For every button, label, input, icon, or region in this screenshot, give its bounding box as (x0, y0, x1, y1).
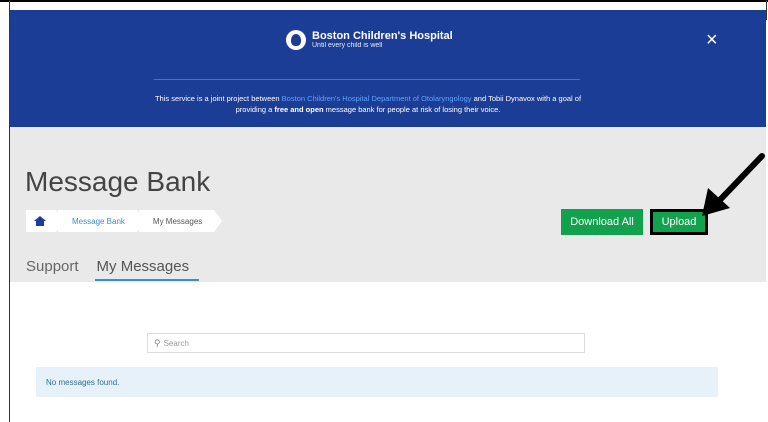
search-icon: ⚲ (154, 337, 161, 348)
tab-support[interactable]: Support (26, 258, 79, 281)
breadcrumb-my-messages: My Messages (138, 210, 223, 232)
breadcrumb-message-bank[interactable]: Message Bank (58, 210, 145, 232)
otolaryngology-link[interactable]: Boston Children's Hospital Department of… (282, 94, 472, 103)
header-banner: Boston Children's Hospital Until every c… (10, 10, 766, 127)
download-all-button[interactable]: Download All (561, 209, 643, 235)
header-divider (154, 79, 580, 80)
home-icon (34, 216, 46, 226)
breadcrumb: Message Bank My Messages (26, 210, 223, 232)
right-border (766, 0, 767, 20)
search-box[interactable]: ⚲ (147, 333, 585, 353)
logo[interactable]: Boston Children's Hospital Until every c… (286, 30, 453, 50)
tab-my-messages[interactable]: My Messages (94, 258, 200, 281)
intro-text: This service is a joint project between … (154, 94, 582, 114)
hospital-logo-icon (286, 30, 306, 50)
search-input[interactable] (163, 338, 564, 348)
tab-bar: Support My Messages (26, 258, 215, 281)
close-icon[interactable]: × (706, 30, 718, 50)
breadcrumb-home[interactable] (26, 210, 64, 232)
page-title: Message Bank (25, 166, 211, 197)
top-border (0, 0, 768, 2)
empty-messages-alert: No messages found. (36, 367, 718, 397)
logo-tagline: Until every child is well (312, 42, 383, 49)
annotation-arrow-icon (702, 153, 765, 216)
logo-name: Boston Children's Hospital (312, 30, 453, 42)
screenshot-frame: Boston Children's Hospital Until every c… (0, 0, 768, 422)
